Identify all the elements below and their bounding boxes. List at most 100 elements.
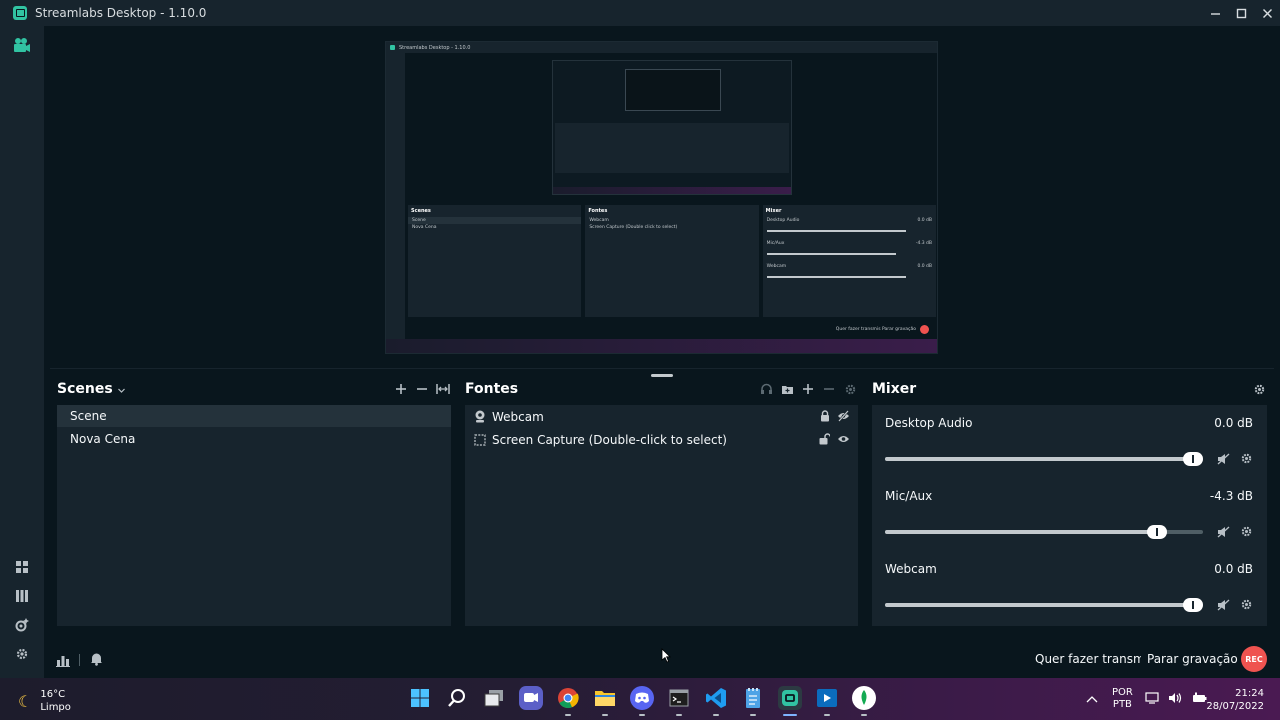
eye-slash-icon	[838, 409, 849, 422]
notepad-icon[interactable]	[741, 686, 765, 716]
plus-icon	[803, 384, 813, 394]
remove-scene-button[interactable]	[414, 381, 430, 397]
source-audio-toggle-button[interactable]	[758, 381, 774, 397]
performance-stats-button[interactable]	[56, 652, 70, 671]
lock-icon	[820, 409, 829, 421]
studio-mode-button[interactable]	[13, 587, 31, 605]
language-bottom: PTB	[1112, 699, 1132, 710]
terminal-icon[interactable]	[667, 686, 691, 716]
grid-layout-icon	[16, 561, 28, 573]
audio-settings-button[interactable]	[1240, 452, 1253, 465]
teams-chat-icon[interactable]	[519, 686, 543, 710]
mute-button[interactable]	[1217, 525, 1230, 538]
mixer-item-name: Mic/Aux	[885, 489, 933, 503]
task-view-icon[interactable]	[482, 686, 506, 710]
source-visibility-toggle[interactable]	[837, 409, 850, 422]
close-icon	[1262, 8, 1272, 18]
search-icon[interactable]	[445, 686, 469, 710]
add-source-button[interactable]	[800, 381, 816, 397]
vscode-icon[interactable]	[704, 686, 728, 716]
remove-source-button[interactable]	[821, 381, 837, 397]
windows-start-icon[interactable]	[408, 686, 432, 710]
audio-settings-button[interactable]	[1240, 598, 1253, 611]
volume-slider[interactable]	[885, 525, 1203, 539]
source-lock-toggle[interactable]	[818, 409, 831, 422]
volume-slider-handle[interactable]	[1183, 598, 1203, 612]
source-visibility-toggle[interactable]	[837, 432, 850, 445]
preview-mini-scenes-title: Scenes	[411, 208, 431, 214]
sources-panel: Webcam Screen Capture (Double-click to s…	[465, 405, 858, 626]
scene-item-label: Scene	[70, 409, 107, 423]
discord-icon[interactable]	[630, 686, 654, 716]
volume-slider-handle[interactable]	[1183, 452, 1203, 466]
media-player-icon[interactable]	[815, 686, 839, 716]
source-item-webcam[interactable]: Webcam	[465, 405, 858, 428]
theme-audit-button[interactable]	[13, 616, 31, 634]
editor-button[interactable]	[13, 36, 31, 54]
preview-mini-scene: Scene	[408, 217, 582, 224]
mouse-cursor-icon	[661, 648, 671, 663]
mute-button[interactable]	[1217, 452, 1230, 465]
scene-item[interactable]: Scene	[57, 405, 451, 427]
chrome-icon[interactable]	[556, 686, 580, 716]
volume-slider[interactable]	[885, 598, 1203, 612]
sources-header: Fontes	[465, 380, 858, 398]
transition-icon	[436, 384, 450, 394]
preview-mini-titlebar: Streamlabs Desktop - 1.10.0	[386, 42, 937, 53]
bar-chart-icon	[56, 656, 70, 667]
preview-mini-sources: Fontes Webcam Screen Capture (Double cli…	[585, 205, 759, 317]
battery-icon[interactable]	[1191, 692, 1207, 707]
language-indicator[interactable]: POR PTB	[1112, 687, 1133, 711]
webcam-icon	[473, 410, 487, 424]
source-item-screen-capture[interactable]: Screen Capture (Double-click to select)	[465, 428, 858, 451]
preview-mini-sidebar	[386, 53, 405, 343]
close-button[interactable]	[1254, 0, 1280, 26]
chevron-down-icon	[117, 388, 125, 393]
gear-icon	[845, 384, 855, 394]
clock-time: 21:24	[1235, 688, 1264, 699]
add-folder-button[interactable]	[779, 381, 795, 397]
go-live-link[interactable]: Quer fazer transmissão	[1035, 652, 1141, 666]
source-properties-button[interactable]	[842, 381, 858, 397]
minimize-button[interactable]	[1202, 0, 1228, 26]
panel-divider	[50, 368, 1274, 369]
preview-mini-scenes: Scenes Scene Nova Cena	[408, 205, 582, 317]
scene-item[interactable]: Nova Cena	[57, 428, 451, 450]
audio-settings-button[interactable]	[1240, 525, 1253, 538]
mute-button[interactable]	[1217, 598, 1230, 611]
mixer-settings-button[interactable]	[1251, 381, 1267, 397]
scene-item-label: Nova Cena	[70, 432, 136, 446]
moon-icon: ☾	[18, 691, 33, 711]
volume-icon[interactable]	[1168, 692, 1182, 707]
display-icon[interactable]	[1145, 691, 1159, 707]
scene-collection-dropdown[interactable]	[117, 380, 126, 399]
source-lock-toggle[interactable]	[818, 432, 831, 445]
mongodb-compass-icon[interactable]	[852, 686, 876, 716]
scene-transitions-button[interactable]	[435, 381, 451, 397]
file-explorer-icon[interactable]	[593, 686, 617, 716]
screen-capture-icon	[473, 433, 487, 447]
weather-widget[interactable]: ☾ 16°C Limpo	[18, 688, 71, 714]
volume-slider[interactable]	[885, 452, 1203, 466]
sidebar	[0, 26, 44, 678]
volume-slider-handle[interactable]	[1147, 525, 1167, 539]
notifications-button[interactable]	[90, 651, 103, 670]
layout-editor-button[interactable]	[13, 558, 31, 576]
preview-mini-source: Webcam	[589, 218, 609, 223]
settings-button[interactable]	[13, 645, 31, 663]
preview-mini-rec-icon	[920, 325, 929, 334]
tray-overflow-button[interactable]	[1086, 690, 1098, 709]
language-top: POR	[1112, 687, 1133, 698]
add-scene-button[interactable]	[393, 381, 409, 397]
streamlabs-icon[interactable]	[778, 686, 802, 716]
record-button[interactable]: REC	[1241, 646, 1267, 672]
taskbar-clock[interactable]: 21:24 28/07/2022	[1206, 687, 1264, 713]
preview-resize-handle[interactable]	[651, 374, 673, 377]
preview-mini-mixer-db: -4.3 dB	[915, 241, 932, 246]
eye-icon	[838, 435, 849, 442]
preview-mini-mixer-title: Mixer	[765, 208, 782, 214]
stream-preview[interactable]: Streamlabs Desktop - 1.10.0 Scenes Scene…	[385, 41, 938, 354]
source-item-label: Screen Capture (Double-click to select)	[492, 432, 727, 447]
preview-mini-logo-icon	[390, 45, 395, 50]
maximize-button[interactable]	[1228, 0, 1254, 26]
